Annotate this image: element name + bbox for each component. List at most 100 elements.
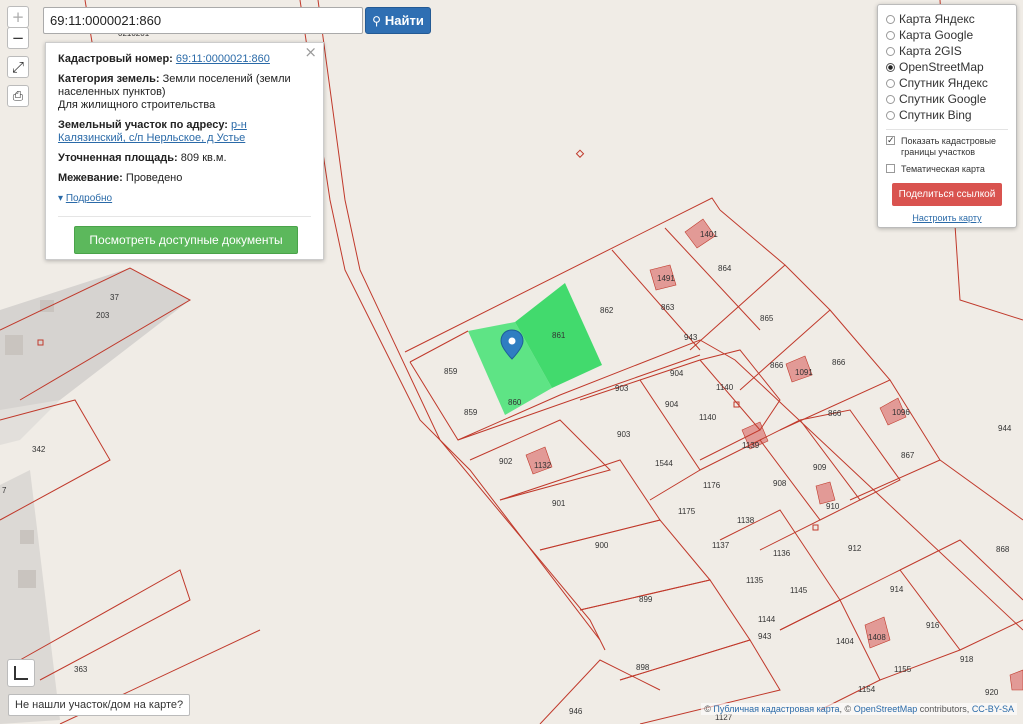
basemap-option[interactable]: Карта 2GIS: [886, 43, 1008, 59]
parcel-label: 898: [636, 663, 650, 672]
parcel-label: 944: [998, 424, 1012, 433]
parcel-label: 1140: [699, 413, 717, 422]
parcel-label: 910: [826, 502, 840, 511]
parcel-label: 920: [985, 688, 999, 697]
parcel-label: 363: [74, 665, 88, 674]
parcel-label: 868: [996, 545, 1010, 554]
checkbox-checked-icon: ✓: [886, 136, 895, 146]
parcel-label: 7: [2, 486, 7, 495]
print-button[interactable]: ⎙: [7, 85, 29, 107]
parcel-label: 901: [552, 499, 566, 508]
cadastral-number-row: Кадастровый номер: 69:11:0000021:860: [58, 53, 311, 66]
zoom-in-button[interactable]: +: [7, 6, 29, 28]
parcel-label: 203: [96, 311, 110, 320]
parcel-label: 864: [718, 264, 732, 273]
parcel-label: 1136: [773, 549, 791, 558]
parcel-label: 946: [569, 707, 583, 716]
survey-row: Межевание: Проведено: [58, 172, 311, 185]
cadastral-number-label: Кадастровый номер:: [58, 53, 173, 65]
thematic-map-checkbox[interactable]: Тематическая карта: [886, 164, 1008, 175]
parcel-label: 863: [661, 303, 675, 312]
parcel-label: 1144: [758, 615, 776, 624]
thematic-map-label: Тематическая карта: [901, 164, 985, 174]
land-category-row: Категория земель: Земли поселений (земли…: [58, 73, 311, 112]
parcel-label: 861: [552, 331, 566, 340]
ruler-icon: [14, 666, 28, 680]
parcel-label: 1135: [746, 576, 764, 585]
zoom-out-button[interactable]: −: [7, 27, 29, 49]
survey-label: Межевание:: [58, 172, 123, 184]
parcel-label: 914: [890, 585, 904, 594]
radio-icon: [886, 30, 895, 40]
fullscreen-button[interactable]: ⤢: [7, 56, 29, 78]
not-found-button[interactable]: Не нашли участок/дом на карте?: [8, 694, 191, 716]
attribution-link-license[interactable]: CC-BY-SA: [972, 704, 1014, 714]
parcel-label: 859: [464, 408, 478, 417]
expand-icon: ⤢: [11, 58, 24, 76]
parcel-label: 1137: [712, 541, 730, 550]
parcel-label: 1544: [655, 459, 673, 468]
cadastral-number-link[interactable]: 69:11:0000021:860: [176, 53, 270, 65]
basemap-option-label: Карта Google: [899, 28, 974, 42]
parcel-label: 1139: [742, 441, 760, 450]
basemap-option[interactable]: Карта Яндекс: [886, 11, 1008, 27]
address-label: Земельный участок по адресу:: [58, 119, 228, 131]
survey-value: Проведено: [125, 172, 183, 184]
area-row: Уточненная площадь: 809 кв.м.: [58, 152, 311, 165]
checkbox-unchecked-icon: [886, 164, 895, 173]
basemap-option-label: Спутник Яндекс: [899, 76, 988, 90]
attribution-link-osm[interactable]: OpenStreetMap: [854, 704, 918, 714]
details-toggle[interactable]: ▾ Подробно: [58, 192, 311, 205]
parcel-label: 1145: [790, 586, 808, 595]
radio-icon: [886, 78, 895, 88]
basemap-option[interactable]: Карта Google: [886, 27, 1008, 43]
parcel-label: 909: [813, 463, 827, 472]
configure-map-link[interactable]: Настроить карту: [886, 213, 1008, 223]
basemap-option[interactable]: Спутник Google: [886, 91, 1008, 107]
parcel-label: 916: [926, 621, 940, 630]
parcel-label: 862: [600, 306, 614, 315]
basemap-options: Карта Яндекс Карта Google Карта 2GIS OpenSt…: [886, 11, 1008, 123]
parcel-label: 1408: [868, 633, 886, 642]
parcel-label: 1401: [700, 230, 718, 239]
search-button[interactable]: ⚲ Найти: [365, 7, 431, 34]
attribution-link-pkk[interactable]: Публичная кадастровая карта: [713, 704, 839, 714]
parcel-label: 1176: [703, 481, 721, 490]
basemap-option-label: OpenStreetMap: [899, 60, 984, 74]
basemap-option[interactable]: OpenStreetMap: [886, 59, 1008, 75]
share-link-button[interactable]: Поделиться ссылкой: [892, 183, 1002, 206]
show-boundaries-checkbox[interactable]: ✓ Показать кадастровые границы участков: [886, 136, 1008, 158]
parcel-label: 908: [773, 479, 787, 488]
parcel-info-popup: × Кадастровый номер: 69:11:0000021:860 К…: [45, 42, 324, 260]
basemap-option[interactable]: Спутник Яндекс: [886, 75, 1008, 91]
close-icon[interactable]: ×: [304, 45, 317, 60]
radio-icon: [886, 110, 895, 120]
basemap-option-label: Спутник Bing: [899, 108, 972, 122]
view-documents-button[interactable]: Посмотреть доступные документы: [74, 226, 298, 254]
parcel-label: 903: [617, 430, 631, 439]
basemap-option[interactable]: Спутник Bing: [886, 107, 1008, 123]
parcel-label: 866: [770, 361, 784, 370]
search-button-label: Найти: [384, 13, 424, 28]
map-attribution: © Публичная кадастровая карта, © OpenStr…: [701, 703, 1017, 715]
parcel-label: 860: [508, 398, 522, 407]
parcel-label: 943: [758, 632, 772, 641]
radio-icon: [886, 46, 895, 56]
parcel-label: 899: [639, 595, 653, 604]
parcel-label: 342: [32, 445, 46, 454]
parcel-label: 37: [110, 293, 119, 302]
parcel-label: 1491: [657, 274, 675, 283]
basemap-option-label: Карта 2GIS: [899, 44, 962, 58]
attribution-contrib: contributors,: [919, 704, 970, 714]
printer-icon: ⎙: [12, 88, 24, 104]
area-label: Уточненная площадь:: [58, 152, 178, 164]
parcel-label: 1140: [716, 383, 734, 392]
divider: [886, 129, 1008, 130]
selected-parcel[interactable]: [468, 283, 602, 415]
address-row: Земельный участок по адресу: р-н Калязин…: [58, 119, 311, 145]
radio-icon: [886, 14, 895, 24]
radio-icon: [886, 94, 895, 104]
search-input[interactable]: [43, 7, 363, 34]
parcel-label: 1096: [892, 408, 910, 417]
measure-button[interactable]: [7, 659, 35, 687]
